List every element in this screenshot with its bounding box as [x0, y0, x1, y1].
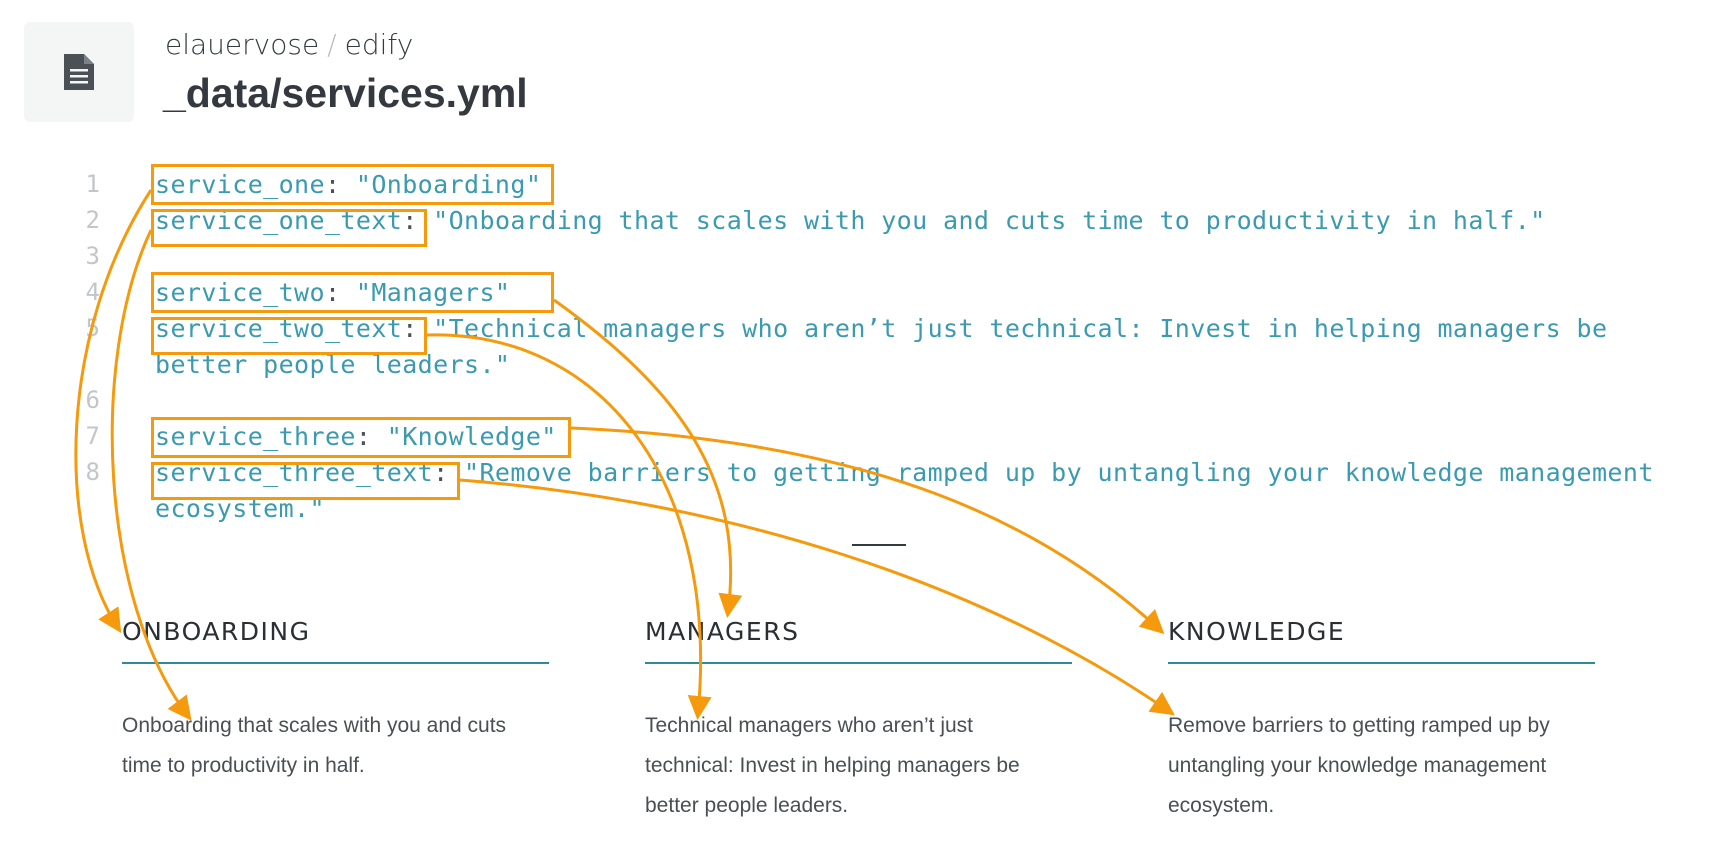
service-text: Technical managers who aren’t just techn…: [645, 714, 1020, 817]
line-number: 2: [85, 206, 100, 234]
service-card-managers: MANAGERS Technical managers who aren’t j…: [645, 612, 1072, 826]
service-card-knowledge: KNOWLEDGE Remove barriers to getting ram…: [1168, 612, 1595, 826]
section-divider: [852, 544, 906, 546]
file-title: _data/services.yml: [163, 70, 528, 116]
highlight-box-service-three: [151, 417, 571, 458]
service-title: ONBOARDING: [122, 617, 311, 646]
line-number: 4: [85, 278, 100, 306]
breadcrumb-separator: /: [327, 28, 337, 61]
breadcrumb: elauervose / edify: [165, 28, 413, 61]
highlight-box-service-one: [151, 164, 554, 205]
file-icon-box: [24, 22, 134, 122]
repo-name-link[interactable]: edify: [345, 28, 414, 61]
yaml-value: "Remove barriers to getting ramped up by…: [464, 458, 1654, 487]
yaml-value: "Onboarding that scales with you and cut…: [433, 206, 1546, 235]
line-number: 8: [85, 458, 100, 486]
service-rule: [1168, 662, 1595, 664]
service-title: MANAGERS: [645, 617, 800, 646]
arrow-two-title: [553, 298, 743, 618]
highlight-box-service-two-text: [151, 317, 427, 355]
line-number: 7: [85, 422, 100, 450]
line-number: 1: [85, 170, 100, 198]
service-text: Remove barriers to getting ramped up by …: [1168, 714, 1550, 817]
line-number: 6: [85, 386, 100, 414]
service-card-onboarding: ONBOARDING Onboarding that scales with y…: [122, 612, 549, 786]
service-title: KNOWLEDGE: [1168, 617, 1346, 646]
service-text: Onboarding that scales with you and cuts…: [122, 714, 507, 777]
line-number: 3: [85, 242, 100, 270]
highlight-box-service-one-text: [151, 209, 427, 247]
yaml-value: "Technical managers who aren’t just tech…: [433, 314, 1608, 343]
service-rule: [645, 662, 1072, 664]
highlight-box-service-two: [151, 272, 554, 313]
document-icon: [64, 54, 94, 90]
repo-owner-link[interactable]: elauervose: [165, 28, 319, 61]
highlight-box-service-three-text: [151, 462, 460, 500]
line-number: 5: [85, 314, 100, 342]
service-rule: [122, 662, 549, 664]
